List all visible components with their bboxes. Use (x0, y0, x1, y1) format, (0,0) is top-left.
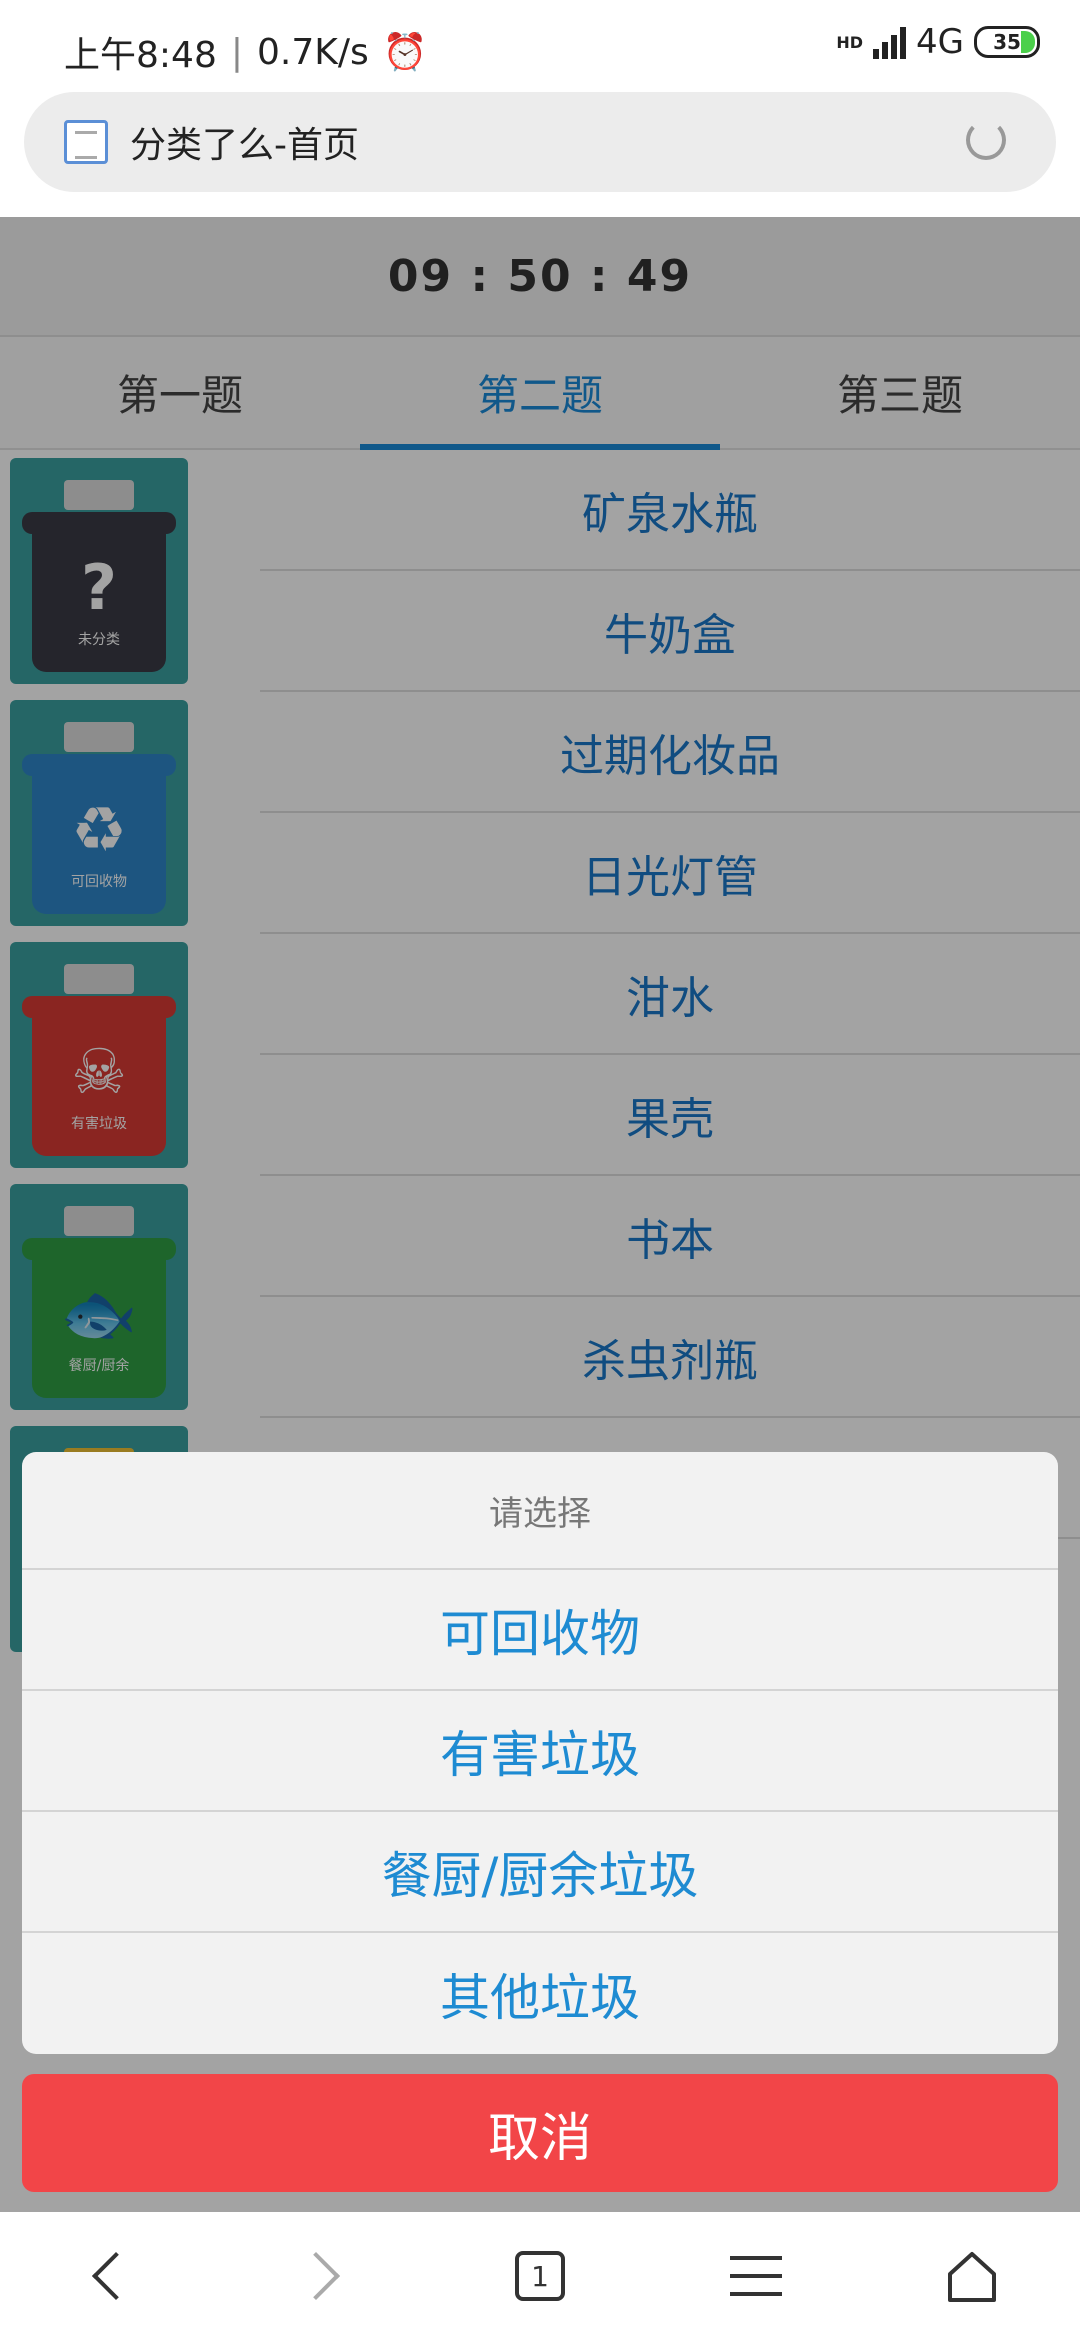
action-sheet: 请选择 可回收物 有害垃圾 餐厨/厨余垃圾 其他垃圾 (22, 1452, 1058, 2054)
status-separator: | (230, 31, 243, 73)
option-recyclable[interactable]: 可回收物 (22, 1570, 1058, 1691)
home-icon (948, 2252, 996, 2302)
option-hazardous[interactable]: 有害垃圾 (22, 1691, 1058, 1812)
action-sheet-title: 请选择 (22, 1452, 1058, 1570)
option-kitchen-waste[interactable]: 餐厨/厨余垃圾 (22, 1812, 1058, 1933)
forward-arrow-icon (291, 2251, 341, 2301)
back-button[interactable] (63, 2231, 153, 2321)
hd-label: HD (836, 32, 864, 52)
reload-icon[interactable] (966, 120, 1006, 160)
home-button[interactable] (927, 2231, 1017, 2321)
battery-icon: 35 (974, 26, 1040, 58)
tab-count-icon: 1 (515, 2251, 565, 2301)
browser-bottom-nav: 1 (0, 2212, 1080, 2340)
forward-button[interactable] (279, 2231, 369, 2321)
battery-level: 35 (993, 30, 1021, 54)
status-right: HD 4G 35 (836, 22, 1040, 62)
page-title: 分类了么-首页 (130, 125, 359, 166)
back-arrow-icon (91, 2251, 141, 2301)
status-bar: 上午8:48 | 0.7K/s ⏰ HD 4G 35 (0, 0, 1080, 90)
network-speed: 0.7K/s (256, 31, 369, 73)
status-left: 上午8:48 | 0.7K/s ⏰ (64, 26, 428, 78)
menu-button[interactable] (711, 2231, 801, 2321)
browser-toolbar: 分类了么-首页 (0, 90, 1080, 217)
page-icon (64, 120, 108, 164)
address-bar[interactable]: 分类了么-首页 (24, 92, 1056, 192)
alarm-icon: ⏰ (382, 32, 428, 73)
cancel-button[interactable]: 取消 (22, 2074, 1058, 2192)
signal-icon (873, 25, 907, 59)
tabs-button[interactable]: 1 (495, 2231, 585, 2321)
option-other-waste[interactable]: 其他垃圾 (22, 1933, 1058, 2054)
menu-icon (730, 2256, 782, 2296)
network-type: 4G (916, 22, 964, 62)
status-time: 上午8:48 (64, 35, 217, 76)
